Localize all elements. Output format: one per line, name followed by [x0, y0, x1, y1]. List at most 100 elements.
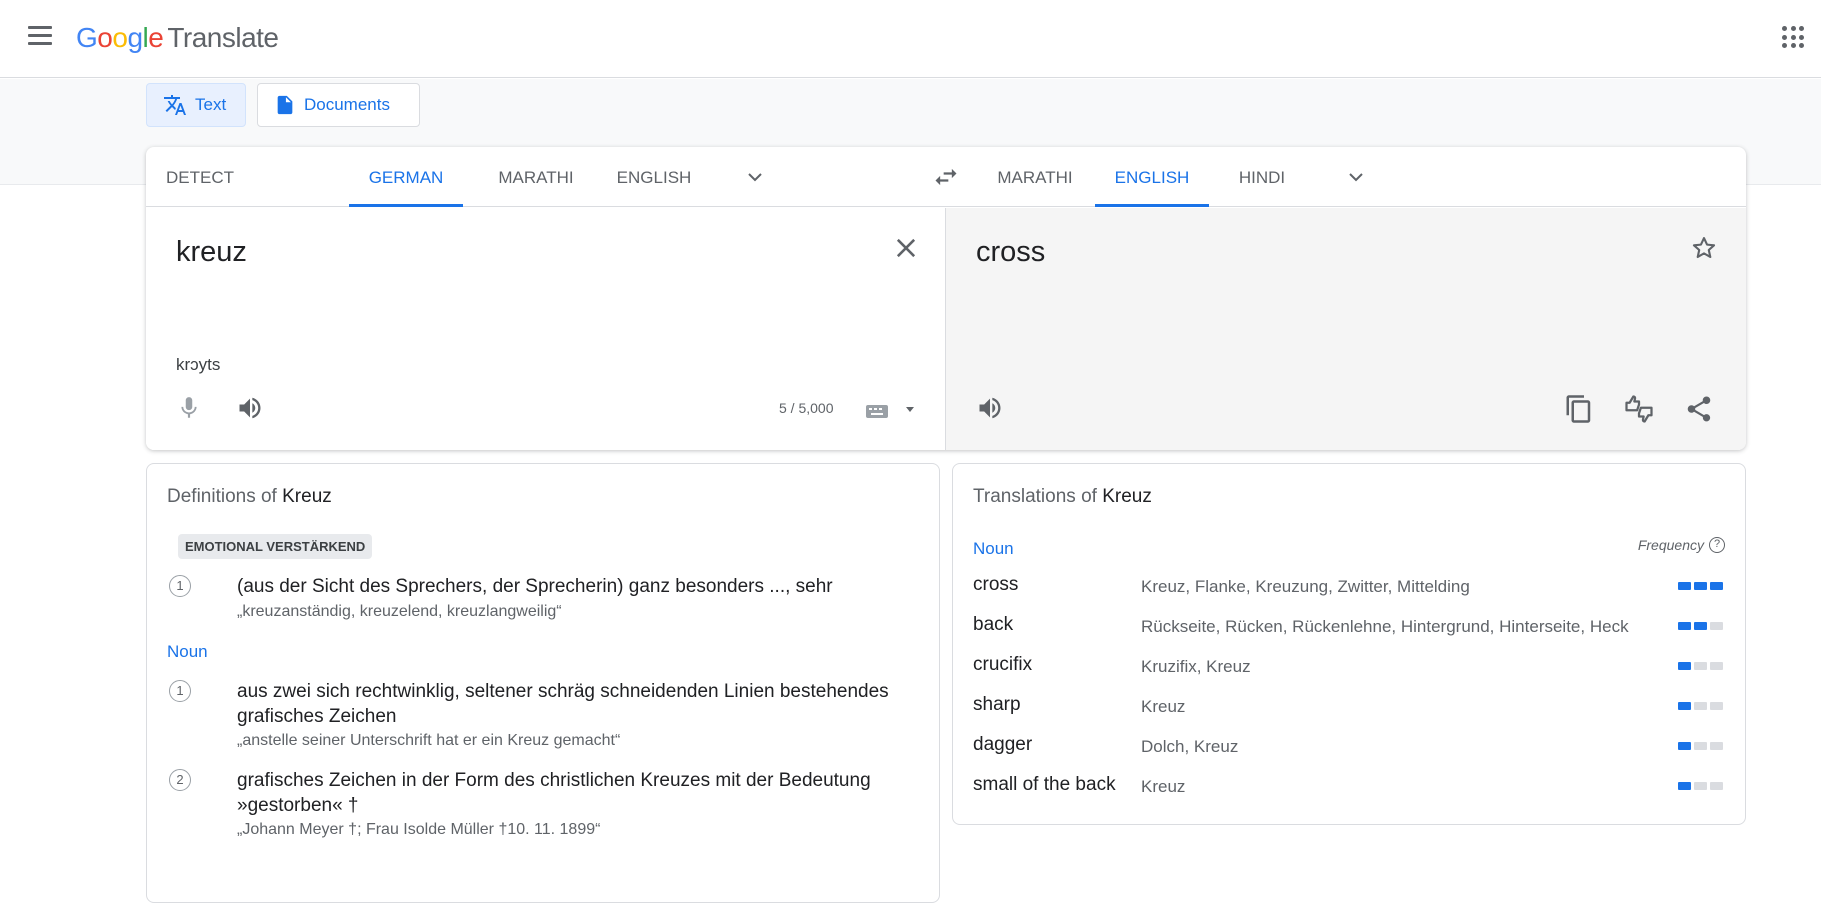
source-lang-detect[interactable]: Detect language [166, 147, 322, 249]
logo-letter: o [97, 22, 113, 53]
translation-synonyms: Kruzifix, Kreuz [1141, 657, 1251, 676]
frequency-bar [1710, 622, 1723, 630]
translation-word[interactable]: sharp [973, 694, 1021, 716]
frequency-bars [1678, 582, 1723, 590]
definition-text: aus zwei sich rechtwinklig, seltener sch… [237, 681, 889, 727]
translation-synonyms: Kreuz, Flanke, Kreuzung, Zwitter, Mittel… [1141, 577, 1470, 596]
frequency-bar [1678, 582, 1691, 590]
target-lang-marathi[interactable]: Marathi [979, 147, 1091, 207]
clear-source-close-icon[interactable] [892, 234, 920, 262]
frequency-bar [1678, 622, 1691, 630]
frequency-bars [1678, 782, 1723, 790]
share-translation-icon[interactable] [1684, 394, 1714, 424]
target-listen-speaker-icon[interactable] [976, 394, 1004, 422]
target-lang-hindi[interactable]: Hindi [1214, 147, 1310, 207]
frequency-help-icon[interactable]: ? [1709, 537, 1725, 553]
translation-row[interactable]: cross Kreuz, Flanke, Kreuzung, Zwitter, … [973, 574, 1723, 612]
definition-example: „Johann Meyer †; Frau Isolde Müller †10.… [237, 821, 601, 838]
frequency-bar [1710, 702, 1723, 710]
definitions-title-prefix: Definitions of [167, 486, 277, 507]
google-apps-icon[interactable] [1782, 26, 1804, 48]
frequency-bar [1678, 742, 1691, 750]
source-lang-german[interactable]: German [349, 147, 463, 207]
frequency-bar [1694, 702, 1707, 710]
definition-number: 2 [169, 769, 191, 791]
documents-mode-button[interactable]: Documents [257, 83, 420, 127]
frequency-bar [1678, 782, 1691, 790]
translation-synonyms: Dolch, Kreuz [1141, 737, 1239, 756]
target-more-languages-chevron-down-icon[interactable] [1344, 165, 1368, 189]
translation-synonyms: Rückseite, Rücken, Rückenlehne, Hintergr… [1141, 617, 1629, 636]
logo-letter: e [148, 22, 164, 53]
translation-word[interactable]: cross [973, 574, 1018, 596]
definition-text: grafisches Zeichen in der Form des chris… [237, 770, 871, 816]
character-counter: 5 / 5,000 [779, 400, 834, 416]
microphone-icon[interactable] [176, 394, 202, 422]
definition-example: „kreuzanständig, kreuzelend, kreuzlangwe… [237, 603, 562, 620]
target-pane: cross [946, 208, 1746, 450]
source-pane: kreuz krɔyts 5 / 5,000 [146, 208, 946, 450]
target-lang-english[interactable]: English [1095, 147, 1209, 207]
definition-number: 1 [169, 680, 191, 702]
translation-row[interactable]: dagger Dolch, Kreuz [973, 734, 1723, 772]
top-bar: Google Translate [0, 0, 1821, 78]
translation-output: cross [976, 236, 1046, 268]
frequency-bar [1694, 582, 1707, 590]
translations-panel: Translations of Kreuz Noun Frequency? cr… [952, 463, 1746, 825]
translation-word[interactable]: dagger [973, 734, 1032, 756]
frequency-bars [1678, 742, 1723, 750]
frequency-bar [1710, 582, 1723, 590]
rate-translation-thumbs-icon[interactable] [1624, 394, 1654, 424]
source-lang-marathi[interactable]: Marathi [480, 147, 592, 207]
text-mode-label: Text [195, 95, 227, 114]
frequency-bars [1678, 662, 1723, 670]
frequency-bar [1710, 662, 1723, 670]
translation-row[interactable]: small of the back Kreuz [973, 774, 1723, 812]
translate-card: Detect language German Marathi English M… [146, 147, 1746, 450]
frequency-bar [1694, 742, 1707, 750]
copy-translation-icon[interactable] [1564, 394, 1594, 424]
hamburger-menu-icon[interactable] [26, 26, 54, 48]
google-translate-logo[interactable]: Google Translate [76, 22, 279, 54]
translations-part-of-speech: Noun [973, 539, 1014, 558]
frequency-bar [1710, 782, 1723, 790]
translations-title: Translations of Kreuz [973, 486, 1152, 508]
source-lang-english[interactable]: English [598, 147, 710, 207]
frequency-bar [1710, 742, 1723, 750]
swap-languages-icon[interactable] [932, 163, 960, 191]
definitions-title: Definitions of Kreuz [167, 486, 332, 508]
definitions-panel: Definitions of Kreuz EMOTIONAL VERSTÄRKE… [146, 463, 940, 903]
definition-example: „anstelle seiner Unterschrift hat er ein… [237, 732, 621, 749]
translations-title-prefix: Translations of [973, 486, 1097, 507]
logo-letter: g [127, 22, 143, 53]
keyboard-icon[interactable] [866, 402, 916, 420]
definition-number: 1 [169, 575, 191, 597]
translations-word: Kreuz [1102, 486, 1152, 507]
frequency-bars [1678, 702, 1723, 710]
documents-mode-label: Documents [304, 95, 390, 114]
translation-row[interactable]: back Rückseite, Rücken, Rückenlehne, Hin… [973, 614, 1723, 652]
frequency-bar [1678, 702, 1691, 710]
frequency-bar [1694, 662, 1707, 670]
text-mode-button[interactable]: Text [146, 83, 246, 127]
definitions-part-of-speech: Noun [167, 642, 208, 661]
translation-word[interactable]: back [973, 614, 1013, 636]
source-transliteration: krɔyts [176, 355, 221, 374]
translation-row[interactable]: crucifix Kruzifix, Kreuz [973, 654, 1723, 692]
translation-row[interactable]: sharp Kreuz [973, 694, 1723, 732]
translation-synonyms: Kreuz [1141, 777, 1186, 796]
language-bar: Detect language German Marathi English M… [146, 147, 1746, 249]
translation-synonyms: Kreuz [1141, 697, 1186, 716]
source-text-input[interactable]: kreuz [176, 236, 247, 269]
definitions-word: Kreuz [282, 486, 332, 507]
frequency-bars [1678, 622, 1723, 630]
source-listen-speaker-icon[interactable] [236, 394, 264, 422]
save-translation-star-icon[interactable] [1690, 234, 1718, 262]
translation-word[interactable]: small of the back [973, 774, 1116, 796]
logo-letter: o [112, 22, 128, 53]
translation-word[interactable]: crucifix [973, 654, 1032, 676]
document-icon [277, 95, 293, 115]
product-name: Translate [167, 22, 279, 53]
source-more-languages-chevron-down-icon[interactable] [743, 165, 767, 189]
frequency-label: Frequency [1637, 537, 1704, 553]
